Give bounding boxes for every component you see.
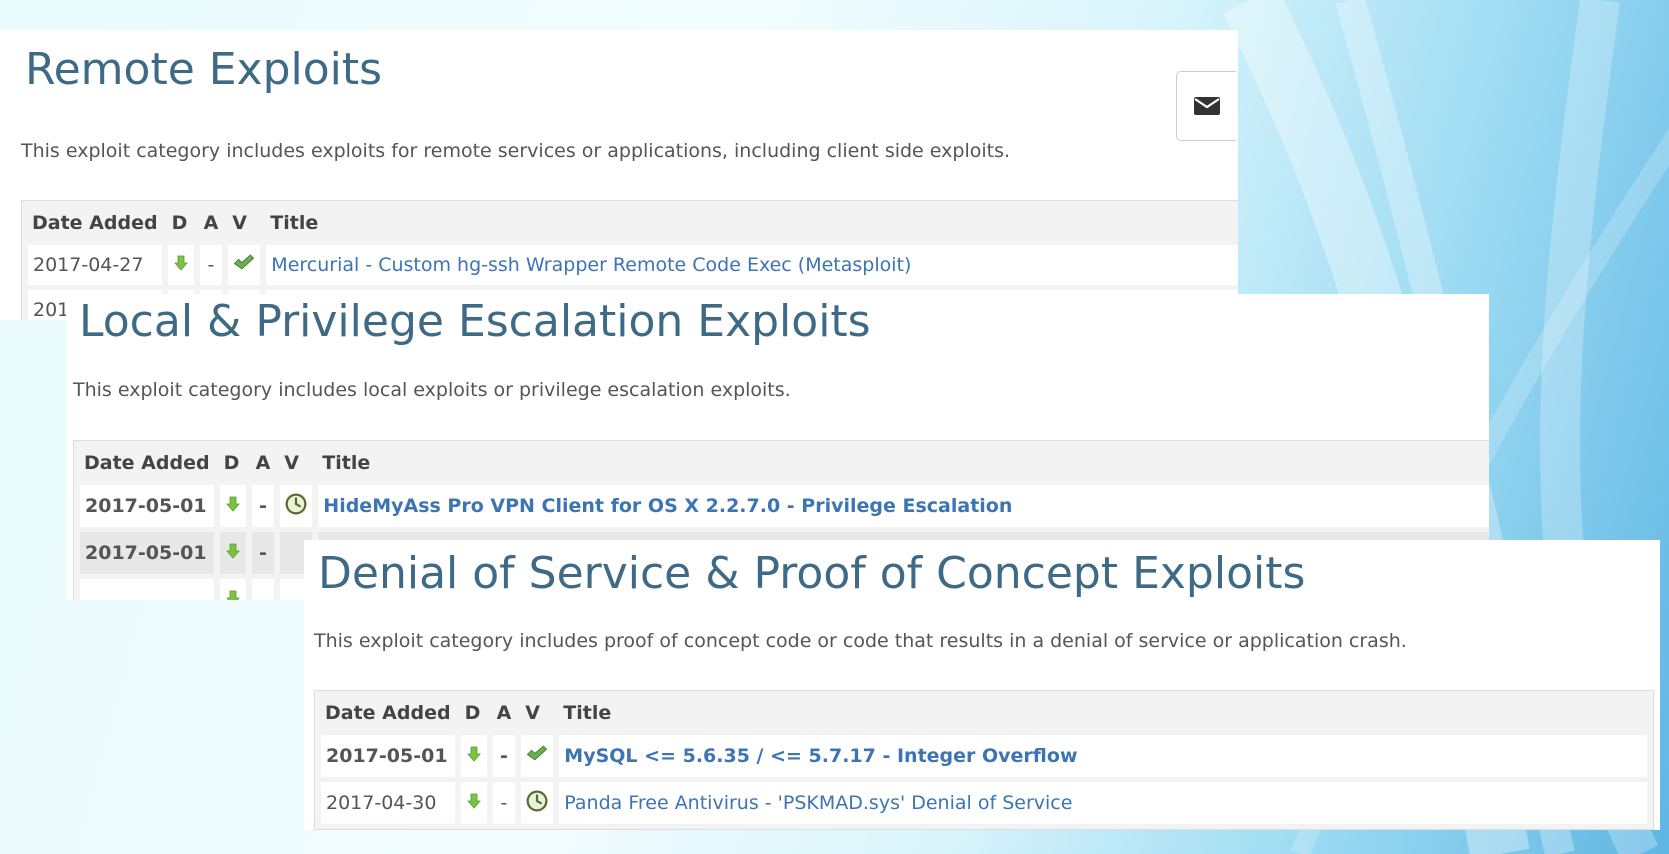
local-exploits-title: Local & Privilege Escalation Exploits <box>79 296 871 347</box>
exploit-link[interactable]: MySQL <= 5.6.35 / <= 5.7.17 - Integer Ov… <box>564 745 1077 767</box>
column-v[interactable]: V <box>521 696 553 730</box>
column-date-added[interactable]: Date Added <box>80 446 214 480</box>
download-cell[interactable] <box>219 485 246 527</box>
column-title[interactable]: Title <box>318 446 1489 480</box>
app-cell: - <box>492 735 516 777</box>
download-arrow-icon[interactable] <box>225 496 241 512</box>
table-row: 2017-05-01 - MySQL <= 5.6.35 / <= 5.7.17… <box>321 735 1647 777</box>
table-header: Date Added D A V Title <box>321 696 1647 730</box>
download-cell[interactable] <box>219 532 246 574</box>
verified-cell <box>521 782 554 824</box>
check-icon <box>526 745 548 762</box>
dos-exploits-description: This exploit category includes proof of … <box>314 630 1407 652</box>
date-cell: 2017-05-01 <box>80 485 214 527</box>
remote-exploits-description: This exploit category includes exploits … <box>21 140 1011 162</box>
date-cell: 2017-05-01 <box>321 735 455 777</box>
column-d[interactable]: D <box>168 206 194 240</box>
column-d[interactable]: D <box>220 446 246 480</box>
download-arrow-icon[interactable] <box>173 255 189 271</box>
column-a[interactable]: A <box>252 446 275 480</box>
download-arrow-icon[interactable] <box>225 543 241 559</box>
table-header: Date Added D A V Title <box>28 206 1238 240</box>
column-date-added[interactable]: Date Added <box>28 206 162 240</box>
table-row: 2017-05-01 - HideMyAss Pro VPN Client fo… <box>80 485 1489 527</box>
local-exploits-description: This exploit category includes local exp… <box>73 379 791 401</box>
column-v[interactable]: V <box>228 206 260 240</box>
title-cell: Mercurial - Custom hg-ssh Wrapper Remote… <box>266 245 1238 285</box>
column-title[interactable]: Title <box>559 696 1647 730</box>
download-cell[interactable] <box>167 245 194 285</box>
download-cell[interactable] <box>460 782 487 824</box>
column-a[interactable]: A <box>200 206 223 240</box>
clock-icon <box>526 790 548 812</box>
dos-exploits-panel: Denial of Service & Proof of Concept Exp… <box>304 540 1660 830</box>
date-cell: 2017-05-01 <box>80 532 214 574</box>
title-cell: MySQL <= 5.6.35 / <= 5.7.17 - Integer Ov… <box>559 735 1647 777</box>
column-v[interactable]: V <box>280 446 312 480</box>
clock-icon <box>285 493 307 515</box>
remote-exploits-panel: Remote Exploits This exploit category in… <box>0 30 1238 320</box>
contact-mail-button[interactable] <box>1176 71 1236 141</box>
check-icon <box>233 254 255 271</box>
table-row: 2017-04-27 - Mercurial - Custom hg-ssh W… <box>28 245 1238 285</box>
dos-exploits-table: Date Added D A V Title 2017-05-01 - MySQ… <box>314 690 1654 830</box>
app-cell: - <box>199 245 223 285</box>
dos-exploits-title: Denial of Service & Proof of Concept Exp… <box>318 548 1306 599</box>
exploit-link[interactable]: Mercurial - Custom hg-ssh Wrapper Remote… <box>271 254 911 276</box>
app-cell: - <box>251 485 275 527</box>
exploit-link[interactable]: Panda Free Antivirus - 'PSKMAD.sys' Deni… <box>564 792 1072 814</box>
column-d[interactable]: D <box>461 696 487 730</box>
verified-cell <box>228 245 261 285</box>
app-cell: - <box>492 782 516 824</box>
date-cell: 2017-04-30 <box>321 782 455 824</box>
title-cell: HideMyAss Pro VPN Client for OS X 2.2.7.… <box>318 485 1489 527</box>
remote-exploits-title: Remote Exploits <box>25 44 383 95</box>
column-a[interactable]: A <box>493 696 516 730</box>
app-cell: - <box>251 532 275 574</box>
download-arrow-icon[interactable] <box>466 793 482 809</box>
verified-cell <box>521 735 554 777</box>
table-row: 2017-04-30 - Panda Free Antivirus - 'PSK… <box>321 782 1647 824</box>
download-arrow-icon[interactable] <box>225 590 241 600</box>
envelope-icon <box>1193 97 1220 115</box>
download-arrow-icon[interactable] <box>466 746 482 762</box>
download-cell[interactable] <box>219 579 246 600</box>
download-cell[interactable] <box>460 735 487 777</box>
date-cell: 2017-04-27 <box>28 245 162 285</box>
exploit-link[interactable]: HideMyAss Pro VPN Client for OS X 2.2.7.… <box>323 495 1012 517</box>
title-cell: Panda Free Antivirus - 'PSKMAD.sys' Deni… <box>559 782 1647 824</box>
column-date-added[interactable]: Date Added <box>321 696 455 730</box>
column-title[interactable]: Title <box>266 206 1238 240</box>
table-header: Date Added D A V Title <box>80 446 1489 480</box>
verified-cell <box>280 485 313 527</box>
